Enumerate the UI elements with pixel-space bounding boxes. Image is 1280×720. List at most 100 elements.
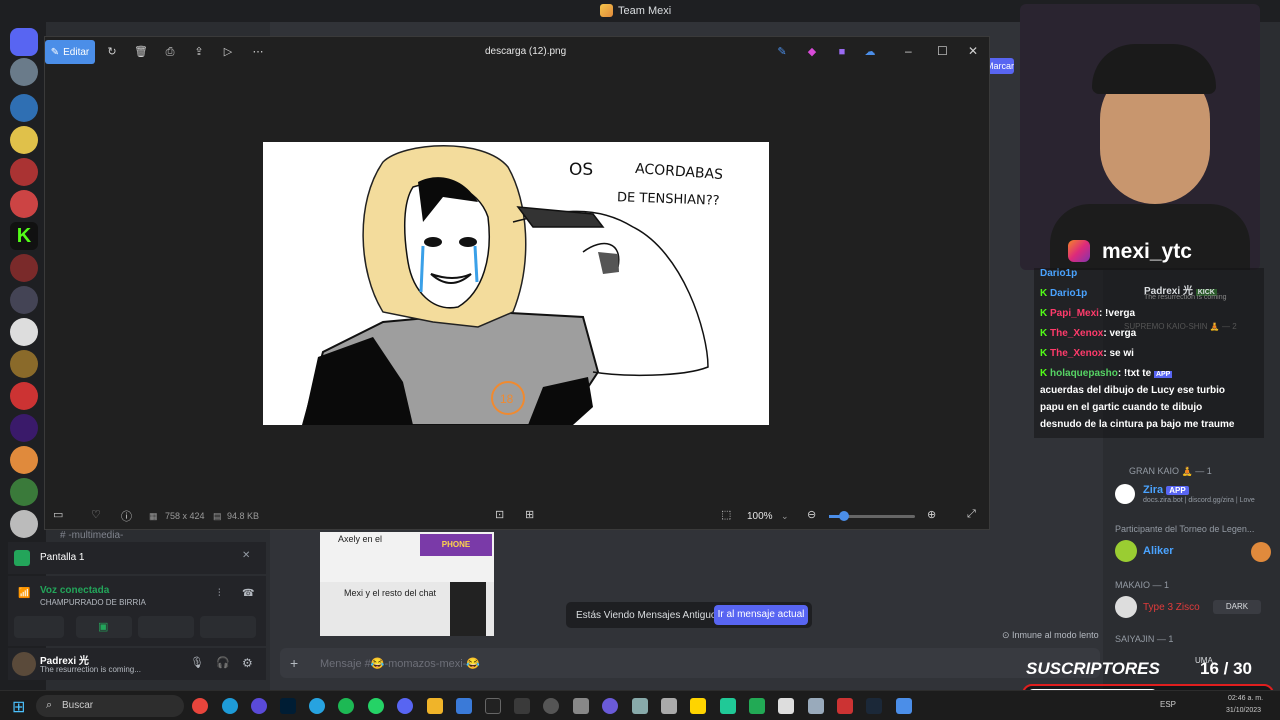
taskbar-search[interactable]: ⌕ Buscar: [36, 695, 184, 717]
kick-server-icon[interactable]: K: [10, 222, 38, 250]
disconnect-icon[interactable]: ☎: [242, 588, 254, 599]
zoom-out-icon[interactable]: ⊖: [807, 508, 816, 521]
close-icon[interactable]: ✕: [968, 44, 978, 58]
mark-read-button[interactable]: Marcar: [986, 58, 1014, 74]
subs-count: 16 / 30: [1200, 659, 1252, 678]
activities-button[interactable]: [138, 616, 194, 638]
edge-icon[interactable]: [222, 698, 238, 714]
gear-icon[interactable]: ⚙: [242, 656, 253, 670]
crop-icon[interactable]: ⊞: [525, 508, 534, 521]
member-aliker[interactable]: Aliker: [1143, 545, 1174, 557]
channel-multimedia[interactable]: # -multimedia-: [60, 530, 123, 541]
telegram-icon[interactable]: [309, 698, 325, 714]
microphone-icon[interactable]: 🎙: [190, 656, 204, 669]
copilot-icon[interactable]: ◆: [805, 45, 819, 59]
app-icon[interactable]: [573, 698, 589, 714]
avatar[interactable]: [12, 652, 36, 676]
clock-time[interactable]: 02:46 a. m.: [1228, 695, 1263, 702]
delete-icon[interactable]: 🗑: [134, 45, 148, 59]
app-icon[interactable]: [632, 698, 648, 714]
headphones-icon[interactable]: 🎧: [216, 656, 230, 669]
app-icon[interactable]: [837, 698, 853, 714]
server-icon[interactable]: [10, 58, 38, 86]
spotify-icon[interactable]: [338, 698, 354, 714]
clock-date[interactable]: 31/10/2023: [1226, 707, 1261, 714]
share-icon[interactable]: ⇪: [192, 45, 206, 59]
minimize-icon[interactable]: –: [905, 44, 912, 58]
whatsapp-icon[interactable]: [368, 698, 384, 714]
fullscreen-icon[interactable]: ⤢: [967, 508, 976, 521]
fit-icon[interactable]: ⊡: [495, 508, 504, 521]
message-input[interactable]: + Mensaje #😂-momazos-mexi-😂: [280, 648, 1100, 678]
server-icon[interactable]: [10, 382, 38, 410]
server-icon[interactable]: [10, 126, 38, 154]
clipchamp-icon[interactable]: ■: [835, 45, 849, 59]
message-image[interactable]: Axely en el PHONE: [320, 532, 494, 582]
chevron-down-icon[interactable]: ⌄: [781, 511, 789, 522]
maximize-icon[interactable]: ☐: [937, 44, 948, 58]
server-icon[interactable]: [10, 190, 38, 218]
app-icon[interactable]: [456, 698, 472, 714]
camera-button[interactable]: [14, 616, 64, 638]
server-icon[interactable]: [10, 446, 38, 474]
voice-channel-name[interactable]: CHAMPURRADO DE BIRRIA: [40, 598, 146, 607]
zoom-level[interactable]: 100%: [747, 511, 773, 522]
photos-icon[interactable]: [896, 698, 912, 714]
discord-home-icon[interactable]: [10, 28, 38, 56]
screen-share-button[interactable]: ▣: [76, 616, 132, 638]
zoom-slider-thumb[interactable]: [839, 511, 849, 521]
server-icon[interactable]: [10, 94, 38, 122]
server-icon[interactable]: [10, 414, 38, 442]
server-icon[interactable]: [10, 254, 38, 282]
member-type3[interactable]: Type 3 Zisco: [1143, 602, 1200, 613]
noise-suppression-icon[interactable]: ⫶: [218, 588, 221, 599]
drawing-image[interactable]: 18 OS ACORDABAS DE TENSHIAN??: [263, 142, 769, 426]
app-icon[interactable]: [543, 698, 559, 714]
file-explorer-icon[interactable]: [427, 698, 443, 714]
photoshop-icon[interactable]: [280, 698, 296, 714]
chat-message: The resurrection is coming: [1144, 294, 1227, 301]
rotate-icon[interactable]: ↻: [105, 45, 119, 59]
obs-icon[interactable]: [485, 698, 501, 714]
server-icon[interactable]: [10, 510, 38, 538]
server-icon[interactable]: [10, 286, 38, 314]
chrome-icon[interactable]: [192, 698, 208, 714]
edit-button[interactable]: ✎ Editar: [45, 40, 95, 64]
server-icon[interactable]: [10, 158, 38, 186]
onedrive-icon[interactable]: ☁: [863, 45, 877, 59]
favorite-icon[interactable]: ♡: [91, 508, 101, 521]
member-zira[interactable]: Zira APP: [1143, 484, 1189, 496]
add-attachment-icon[interactable]: +: [290, 655, 298, 671]
message-image[interactable]: Mexi y el resto del chat: [320, 582, 494, 636]
zoom-slider[interactable]: [829, 511, 915, 521]
app-icon[interactable]: [749, 698, 765, 714]
windows-start-icon[interactable]: ⊞: [12, 697, 25, 717]
language-indicator[interactable]: ESP: [1160, 700, 1176, 709]
edit-app-icon[interactable]: ✎: [775, 45, 789, 59]
info-icon[interactable]: ⓘ: [121, 508, 132, 524]
print-icon[interactable]: ⎙: [163, 45, 177, 59]
app-icon[interactable]: [602, 698, 618, 714]
jump-to-present-button[interactable]: Ir al mensaje actual: [714, 605, 808, 625]
actual-size-icon[interactable]: ⬚: [721, 508, 731, 521]
close-screen-icon[interactable]: ✕: [242, 550, 250, 561]
steam-icon[interactable]: [866, 698, 882, 714]
app-icon[interactable]: [808, 698, 824, 714]
server-icon[interactable]: [10, 478, 38, 506]
app-icon[interactable]: [661, 698, 677, 714]
server-icon[interactable]: [10, 318, 38, 346]
app-icon[interactable]: [514, 698, 530, 714]
discord-icon[interactable]: [397, 698, 413, 714]
slideshow-icon[interactable]: ▷: [221, 45, 235, 59]
filmstrip-icon[interactable]: ▭: [53, 508, 63, 521]
app-icon[interactable]: [778, 698, 794, 714]
file-size: 94.8 KB: [227, 511, 260, 521]
soundboard-button[interactable]: [200, 616, 256, 638]
zoom-in-icon[interactable]: ⊕: [927, 508, 936, 521]
vivaldi-icon[interactable]: [251, 698, 267, 714]
server-icon: [600, 4, 613, 17]
more-options-icon[interactable]: ⋯: [251, 45, 265, 59]
server-icon[interactable]: [10, 350, 38, 378]
sticky-notes-icon[interactable]: [690, 698, 706, 714]
app-icon[interactable]: [720, 698, 736, 714]
